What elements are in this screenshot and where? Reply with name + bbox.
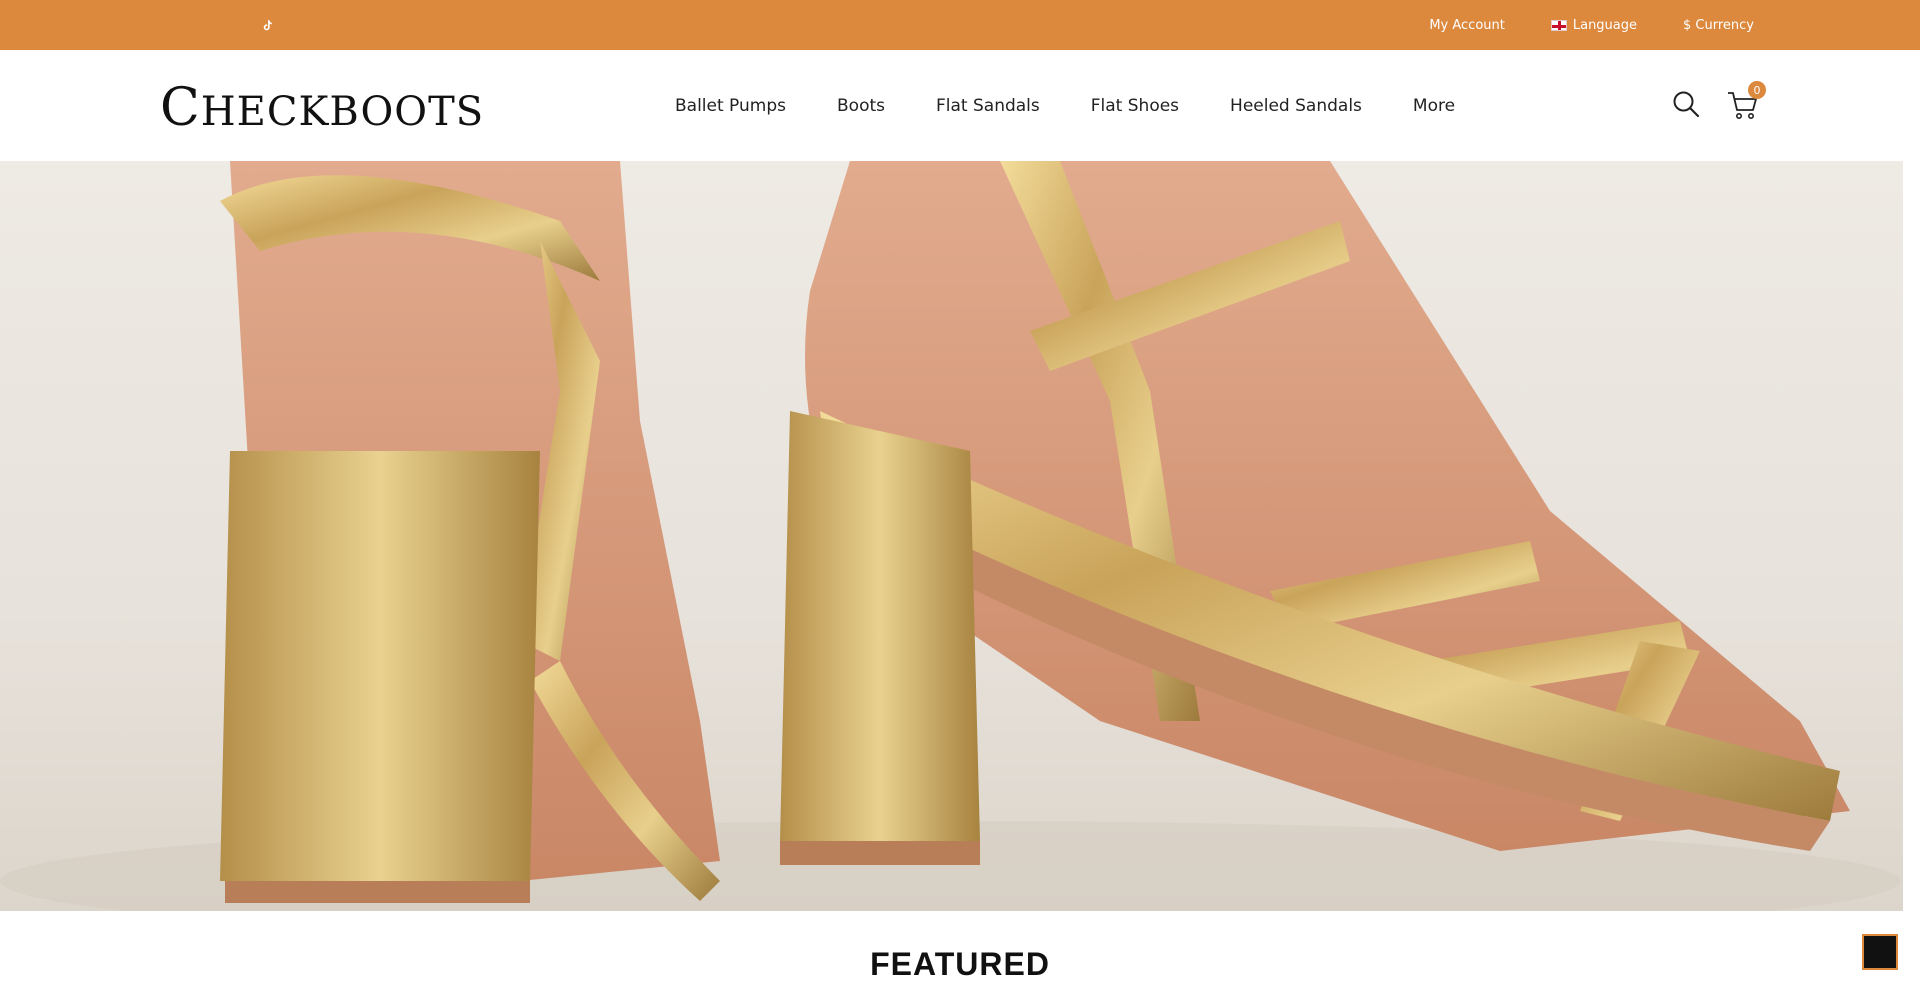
nav-item-more[interactable]: More [1413, 96, 1455, 116]
nav-item-ballet-pumps[interactable]: Ballet Pumps [675, 96, 786, 116]
instagram-icon[interactable] [332, 0, 375, 50]
twitter-icon[interactable] [203, 0, 246, 50]
uk-flag-icon [1550, 19, 1567, 31]
currency-label: $ Currency [1683, 17, 1754, 33]
language-label: Language [1572, 17, 1638, 33]
social-links [160, 0, 375, 50]
back-to-top-button[interactable] [1862, 934, 1898, 970]
top-right-menu: My Account Language $ Currency [1429, 0, 1760, 50]
gold-heeled-sandals-illustration [0, 161, 1900, 911]
pinterest-icon[interactable] [289, 0, 332, 50]
my-account-dropdown[interactable]: My Account [1429, 18, 1511, 33]
nav-item-flat-shoes[interactable]: Flat Shoes [1091, 96, 1179, 116]
site-logo[interactable]: CHECKBOOTS [160, 78, 484, 138]
search-icon[interactable] [1672, 90, 1700, 118]
language-dropdown[interactable]: Language [1550, 17, 1643, 33]
tiktok-icon[interactable] [246, 0, 289, 50]
hero-banner-image[interactable] [0, 161, 1903, 911]
facebook-icon[interactable] [160, 0, 203, 50]
cart-count-badge: 0 [1748, 81, 1766, 99]
nav-item-heeled-sandals[interactable]: Heeled Sandals [1230, 96, 1362, 116]
featured-heading: FEATURED [870, 946, 1050, 982]
main-nav: Ballet Pumps Boots Flat Sandals Flat Sho… [675, 50, 1455, 161]
nav-item-boots[interactable]: Boots [837, 96, 885, 116]
main-header: CHECKBOOTS Ballet Pumps Boots Flat Sanda… [0, 50, 1920, 161]
nav-item-flat-sandals[interactable]: Flat Sandals [936, 96, 1040, 116]
top-bar: My Account Language $ Currency [0, 0, 1920, 50]
my-account-label: My Account [1429, 17, 1505, 33]
currency-dropdown[interactable]: $ Currency [1683, 18, 1760, 33]
